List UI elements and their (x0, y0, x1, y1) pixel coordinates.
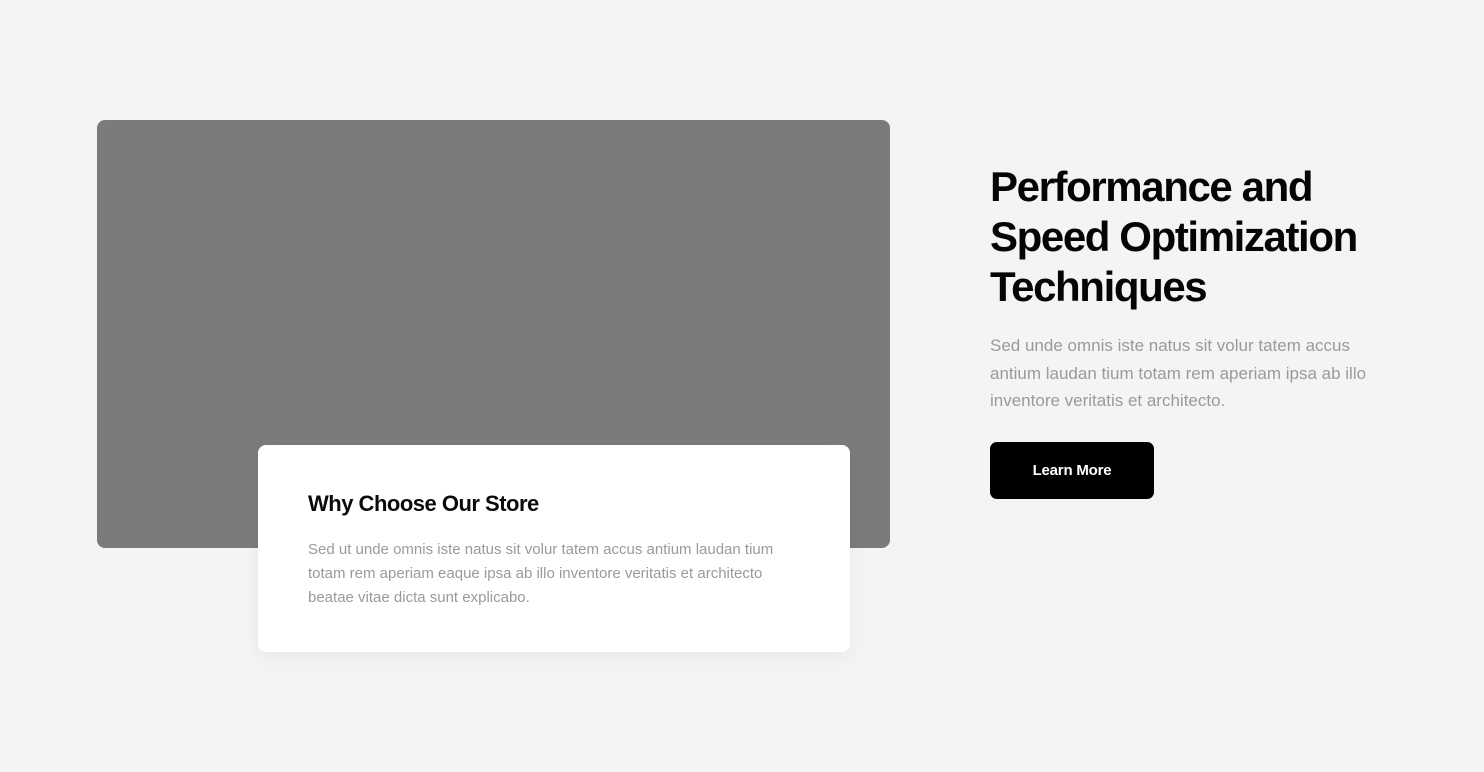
page: Why Choose Our Store Sed ut unde omnis i… (0, 0, 1484, 772)
learn-more-button[interactable]: Learn More (990, 441, 1154, 499)
card-description: Sed ut unde omnis iste natus sit volur t… (308, 541, 774, 606)
section-description: Sed unde omnis iste natus sit volur tate… (990, 336, 1367, 410)
section-heading: Performance and Speed Optimization Techn… (990, 163, 1358, 310)
card-title: Why Choose Our Store (308, 491, 539, 516)
hero-content: Performance and Speed Optimization Techn… (990, 162, 1410, 499)
feature-card: Why Choose Our Store Sed ut unde omnis i… (258, 445, 850, 652)
